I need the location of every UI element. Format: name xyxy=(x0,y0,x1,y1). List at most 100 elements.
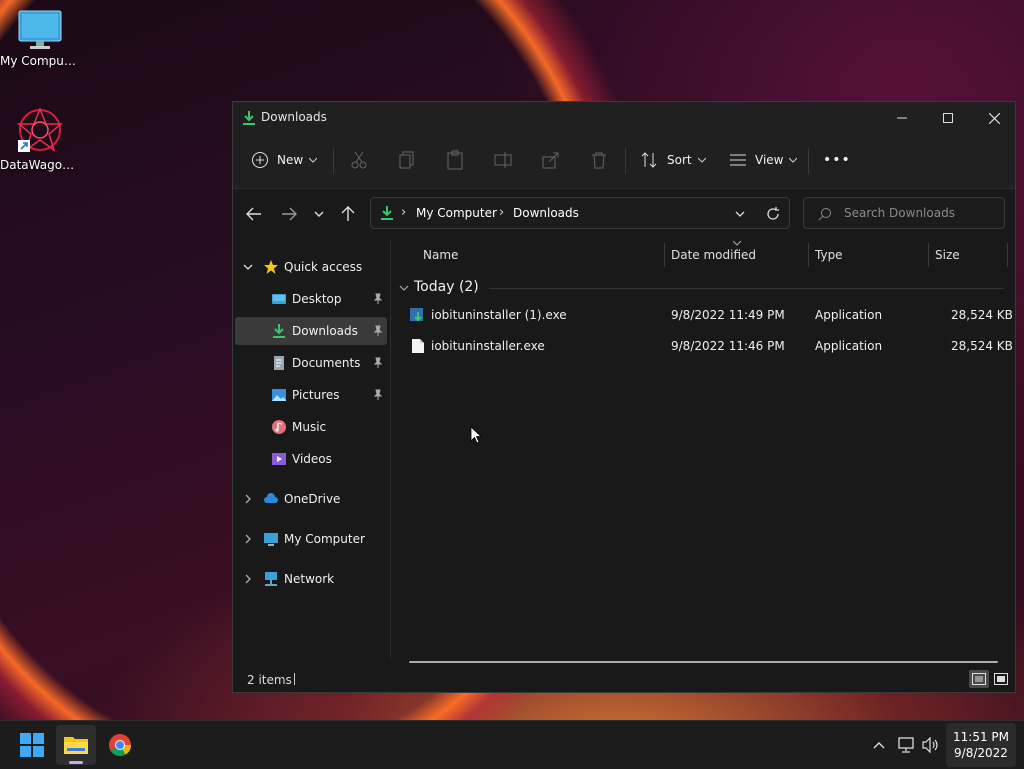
close-button[interactable] xyxy=(971,102,1017,134)
column-separator[interactable] xyxy=(664,243,665,267)
address-bar[interactable]: › My Computer › Downloads xyxy=(370,197,790,229)
column-separator[interactable] xyxy=(928,243,929,267)
network-icon xyxy=(265,572,277,586)
downloads-title-icon xyxy=(243,111,255,125)
desktop-icon-datawagon[interactable]: DataWagon... xyxy=(0,106,80,172)
file-name: iobituninstaller (1).exe xyxy=(431,308,567,322)
more-dots-icon: ••• xyxy=(823,152,851,168)
item-count: 2 items xyxy=(247,673,292,687)
nav-label: Network xyxy=(284,572,335,586)
rename-icon[interactable] xyxy=(493,150,513,170)
nav-onedrive[interactable]: OneDrive xyxy=(235,485,387,513)
navigation-bar: › My Computer › Downloads Search Downloa… xyxy=(233,189,1015,239)
show-hidden-icons-chevron-icon[interactable] xyxy=(873,741,885,749)
nav-quick-access[interactable]: Quick access xyxy=(235,253,387,281)
view-button[interactable]: View xyxy=(729,144,798,176)
file-row-2[interactable]: iobituninstaller.exe 9/8/2022 11:46 PM A… xyxy=(409,331,1013,361)
search-box[interactable]: Search Downloads xyxy=(803,197,1005,229)
column-header-date[interactable]: Date modified xyxy=(671,239,756,271)
more-options-button[interactable]: ••• xyxy=(823,144,851,176)
cut-icon[interactable] xyxy=(349,150,369,170)
column-header-name[interactable]: Name xyxy=(423,239,458,271)
start-button[interactable] xyxy=(12,725,52,765)
copy-icon[interactable] xyxy=(397,150,417,170)
column-label: Size xyxy=(935,248,960,262)
breadcrumb-downloads[interactable]: Downloads xyxy=(513,206,579,220)
desktop-icon-label: My Computer xyxy=(0,54,80,68)
volume-icon[interactable] xyxy=(922,737,940,753)
nav-label: Videos xyxy=(292,452,332,466)
nav-item-pictures[interactable]: Pictures xyxy=(235,381,387,409)
view-list-icon xyxy=(730,154,746,166)
details-view-button[interactable] xyxy=(969,670,989,688)
taskbar-file-explorer[interactable] xyxy=(56,725,96,765)
taskbar-chrome[interactable] xyxy=(100,725,140,765)
desktop-icon-my-computer[interactable]: My Computer xyxy=(0,10,80,68)
file-type: Application xyxy=(815,308,883,322)
breadcrumb-separator: › xyxy=(401,205,407,220)
column-separator[interactable] xyxy=(808,243,809,267)
column-header-type[interactable]: Type xyxy=(815,239,843,271)
chevron-down-icon xyxy=(243,264,253,270)
nav-item-desktop[interactable]: Desktop xyxy=(235,285,387,313)
clock-date: 9/8/2022 xyxy=(954,746,1008,760)
file-row-1[interactable]: iobituninstaller (1).exe 9/8/2022 11:49 … xyxy=(409,300,1013,330)
nav-item-documents[interactable]: Documents xyxy=(235,349,387,377)
monitor-icon xyxy=(264,533,278,546)
recent-locations-chevron-icon[interactable] xyxy=(314,211,324,218)
pin-icon[interactable] xyxy=(373,325,383,337)
share-icon[interactable] xyxy=(541,150,561,170)
group-header-today[interactable]: Today (2) xyxy=(399,277,1005,299)
nav-item-videos[interactable]: Videos xyxy=(235,445,387,473)
address-dropdown-chevron-icon[interactable] xyxy=(735,211,745,218)
nav-my-computer[interactable]: My Computer xyxy=(235,525,387,553)
chrome-icon xyxy=(109,734,131,756)
nav-label: Music xyxy=(292,420,327,434)
delete-icon[interactable] xyxy=(589,150,609,170)
nav-label: Pictures xyxy=(292,388,340,402)
file-date: 9/8/2022 11:49 PM xyxy=(671,308,785,322)
horizontal-scrollbar[interactable] xyxy=(409,661,998,663)
view-label: View xyxy=(755,153,784,167)
refresh-icon[interactable] xyxy=(766,207,780,221)
sort-icon xyxy=(641,152,657,168)
status-divider xyxy=(294,673,295,685)
maximize-button[interactable] xyxy=(925,102,971,134)
nav-network[interactable]: Network xyxy=(235,565,387,593)
file-row[interactable] xyxy=(405,400,1005,430)
tiles-view-button[interactable] xyxy=(991,670,1011,688)
column-separator[interactable] xyxy=(1007,243,1008,267)
chevron-down-icon xyxy=(309,157,318,163)
minimize-icon xyxy=(897,117,907,119)
nav-item-downloads[interactable]: Downloads xyxy=(235,317,387,345)
pin-icon[interactable] xyxy=(373,293,383,305)
chevron-down-icon xyxy=(399,285,409,291)
up-arrow-icon[interactable] xyxy=(341,206,355,222)
file-name: iobituninstaller.exe xyxy=(431,339,545,353)
group-divider xyxy=(489,288,1004,289)
navigation-pane: Quick access Desktop Downloads Documents… xyxy=(233,239,389,659)
star-icon xyxy=(264,260,278,274)
details-view-icon xyxy=(972,673,986,685)
title-bar[interactable]: Downloads xyxy=(233,102,1015,134)
window-title: Downloads xyxy=(261,110,327,124)
column-header-size[interactable]: Size xyxy=(935,239,960,271)
taskbar-clock[interactable]: 11:51 PM 9/8/2022 xyxy=(946,723,1016,767)
pin-icon[interactable] xyxy=(373,389,383,401)
back-arrow-icon[interactable] xyxy=(246,207,262,221)
search-icon xyxy=(818,208,831,221)
pin-icon[interactable] xyxy=(373,357,383,369)
maximize-icon xyxy=(943,113,953,123)
breadcrumb-my-computer[interactable]: My Computer xyxy=(416,206,497,220)
taskbar: 11:51 PM 9/8/2022 xyxy=(0,720,1024,769)
forward-arrow-icon[interactable] xyxy=(281,207,297,221)
nav-item-music[interactable]: Music xyxy=(235,413,387,441)
new-button[interactable]: New xyxy=(251,144,318,176)
minimize-button[interactable] xyxy=(879,102,925,134)
file-exe-icon xyxy=(412,339,424,353)
sort-button[interactable]: Sort xyxy=(641,144,706,176)
network-status-icon[interactable] xyxy=(898,737,916,753)
active-app-indicator xyxy=(69,761,83,764)
file-type: Application xyxy=(815,339,883,353)
paste-icon[interactable] xyxy=(445,150,465,170)
